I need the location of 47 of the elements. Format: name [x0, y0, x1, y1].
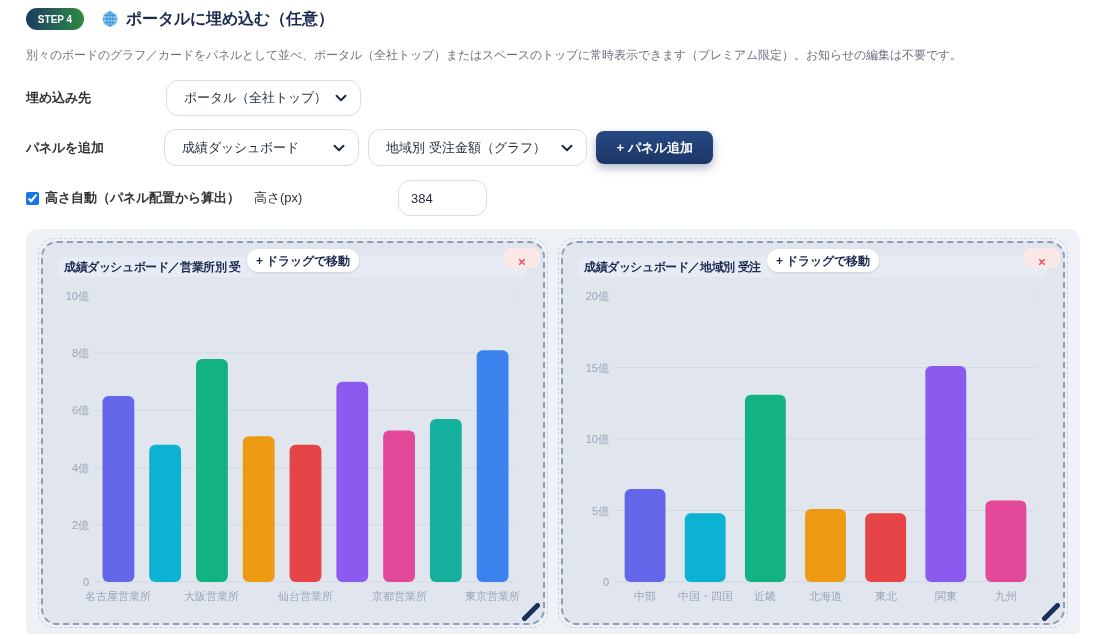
- auto-height-checkbox[interactable]: [26, 191, 39, 205]
- close-icon: [519, 259, 525, 265]
- close-icon: [1039, 259, 1045, 265]
- axis-label: 0: [82, 576, 89, 588]
- axis-label: 5億: [591, 504, 609, 517]
- field-label: 高さ(px): [254, 189, 304, 208]
- description-text: 別々のボードのグラフ／カードをパネルとして並べ、ポータル（全社トップ）またはスペースのトップに常時表示できます（プレミアム限定）。お知らせの編集は不要です。: [26, 47, 963, 64]
- add-panel-button[interactable]: + パネル追加: [596, 131, 713, 164]
- chart-bar: [684, 513, 726, 582]
- embed-target-select[interactable]: ポータル（全社トップ）: [166, 80, 361, 116]
- resize-handle-icon[interactable]: [1042, 603, 1060, 621]
- axis-label: 仙台営業所: [278, 590, 333, 602]
- globe-icon: [102, 11, 118, 27]
- axis-label: 大阪営業所: [184, 590, 240, 602]
- axis-label: 九州: [994, 590, 1017, 602]
- axis-label: 中部: [634, 590, 657, 602]
- section-title: ポータルに埋め込む（任意）: [126, 9, 334, 29]
- height-input[interactable]: 384: [398, 180, 487, 216]
- axis-label: 京都営業所: [371, 590, 427, 602]
- axis-label: 近畿: [754, 590, 777, 602]
- axis-label: 20億: [585, 290, 609, 302]
- axis-label: 関東: [934, 590, 957, 602]
- field-label: 埋め込み先: [26, 89, 92, 108]
- axis-label: 15億: [585, 361, 609, 374]
- axis-label: 6億: [71, 404, 89, 417]
- axis-label: 0: [602, 576, 609, 588]
- checkbox-label: 高さ自動（パネル配置から算出）: [45, 189, 240, 208]
- axis-label: 2億: [71, 518, 89, 531]
- axis-label: 8億: [71, 347, 89, 360]
- field-label: パネルを追加: [26, 138, 105, 157]
- axis-label: 10億: [65, 290, 89, 302]
- axis-label: 4億: [71, 461, 89, 474]
- chart-select[interactable]: 地域別 受注金額（グラフ）: [368, 129, 587, 166]
- axis-label: 中国・四国: [677, 590, 733, 602]
- resize-handle-icon[interactable]: [522, 603, 540, 621]
- axis-label: 名古屋営業所: [85, 590, 152, 602]
- drag-handle[interactable]: + ドラッグで移動: [247, 249, 360, 272]
- drag-handle[interactable]: + ドラッグで移動: [767, 249, 880, 272]
- axis-label: 10億: [585, 433, 609, 445]
- axis-label: 東北: [874, 590, 897, 602]
- step-badge: STEP 4: [26, 8, 84, 30]
- chart-bar: [865, 513, 907, 582]
- board-select[interactable]: 成績ダッシュボード: [164, 129, 359, 166]
- panel-title: 成績ダッシュボード／地域別 受注: [584, 259, 761, 276]
- axis-label: 北海道: [809, 590, 842, 602]
- axis-label: 東京営業所: [465, 590, 521, 602]
- panel-title: 成績ダッシュボード／営業所別 受: [64, 259, 241, 276]
